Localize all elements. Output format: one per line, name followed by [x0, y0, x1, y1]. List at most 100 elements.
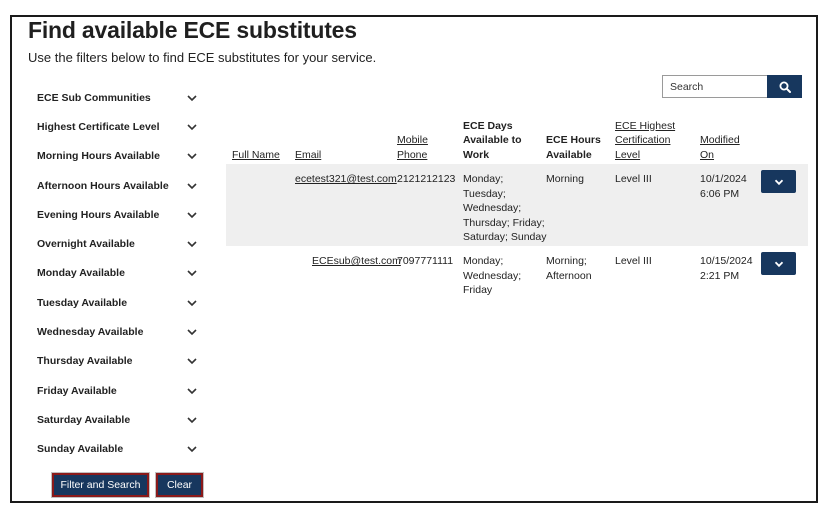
- table-header: Full Name Email Mobile Phone ECE Days Av…: [226, 110, 808, 162]
- header-label: Work: [463, 148, 490, 161]
- filter-label: Wednesday Available: [37, 326, 144, 339]
- cell-modified: 10/1/2024 6:06 PM: [700, 172, 747, 201]
- table-row: ECEsub@test.com 7097771111 Monday; Wedne…: [226, 246, 808, 298]
- header-certification-level[interactable]: ECE Highest Certification Level: [615, 119, 675, 163]
- filter-ece-sub-communities[interactable]: ECE Sub Communities: [37, 83, 199, 112]
- filter-overnight[interactable]: Overnight Available: [37, 229, 199, 258]
- cell-line: 10/15/2024: [700, 255, 753, 267]
- filter-sunday[interactable]: Sunday Available: [37, 435, 199, 464]
- filter-highest-certificate-level[interactable]: Highest Certificate Level: [37, 112, 199, 141]
- filters-panel: ECE Sub Communities Highest Certificate …: [37, 83, 199, 464]
- header-label: ECE Highest: [615, 119, 676, 132]
- expand-row-button[interactable]: [761, 252, 796, 275]
- filter-label: Morning Hours Available: [37, 150, 160, 163]
- chevron-down-icon: [185, 179, 199, 193]
- header-days-available: ECE Days Available to Work: [463, 119, 522, 163]
- chevron-down-icon: [185, 266, 199, 280]
- filter-label: Afternoon Hours Available: [37, 179, 169, 192]
- filter-monday[interactable]: Monday Available: [37, 259, 199, 288]
- filter-morning-hours[interactable]: Morning Hours Available: [37, 142, 199, 171]
- cell-phone: 7097771111: [397, 255, 454, 267]
- header-label: Email: [295, 148, 322, 161]
- cell-line: Wednesday;: [463, 202, 522, 215]
- header-full-name[interactable]: Full Name: [232, 148, 280, 163]
- header-label: Modified: [700, 134, 740, 146]
- cell-line: 6:06 PM: [700, 187, 740, 200]
- filter-label: Overnight Available: [37, 238, 135, 251]
- header-email[interactable]: Email: [295, 148, 321, 163]
- search-button[interactable]: [767, 75, 802, 98]
- header-label: Level: [615, 148, 641, 161]
- cell-line: Morning: [546, 173, 584, 185]
- cell-line: Friday: [463, 284, 493, 297]
- cell-line: 2:21 PM: [700, 269, 740, 282]
- cell-certification: Level III: [615, 255, 652, 267]
- chevron-down-icon: [185, 120, 199, 134]
- cell-hours: Morning; Afternoon: [546, 254, 592, 283]
- filter-label: Friday Available: [37, 384, 117, 397]
- search-input[interactable]: [662, 75, 767, 98]
- chevron-down-icon: [185, 237, 199, 251]
- header-label: ECE Days: [463, 119, 513, 132]
- page-title: Find available ECE substitutes: [28, 17, 357, 43]
- filter-label: Monday Available: [37, 267, 125, 280]
- expand-row-button[interactable]: [761, 170, 796, 193]
- header-label: ECE Hours: [546, 134, 601, 146]
- header-label: On: [700, 148, 715, 161]
- header-label: Available to: [463, 134, 522, 146]
- header-label: Phone: [397, 148, 428, 161]
- cell-line: Tuesday;: [463, 187, 506, 200]
- cell-days: Monday; Tuesday; Wednesday; Thursday; Fr…: [463, 172, 546, 245]
- cell-email[interactable]: ECEsub@test.com: [312, 254, 401, 269]
- cell-line: Monday;: [463, 173, 504, 185]
- clear-button[interactable]: Clear: [155, 472, 204, 498]
- filter-label: Sunday Available: [37, 443, 124, 456]
- chevron-down-icon: [185, 442, 199, 456]
- chevron-down-icon: [774, 179, 783, 185]
- cell-modified: 10/15/2024 2:21 PM: [700, 254, 753, 283]
- filter-label: ECE Sub Communities: [37, 91, 151, 104]
- cell-line: Thursday; Friday;: [463, 216, 545, 229]
- filter-label: Highest Certificate Level: [37, 120, 160, 133]
- cell-certification: Level III: [615, 173, 652, 185]
- cell-line: Wednesday;: [463, 269, 522, 282]
- chevron-down-icon: [185, 91, 199, 105]
- cell-phone: 2121212123: [397, 173, 456, 185]
- cell-days: Monday; Wednesday; Friday: [463, 254, 521, 298]
- filter-wednesday[interactable]: Wednesday Available: [37, 317, 199, 346]
- header-label: Certification: [615, 134, 671, 146]
- results-table: Full Name Email Mobile Phone ECE Days Av…: [226, 110, 808, 298]
- cell-hours: Morning: [546, 172, 584, 187]
- filter-saturday[interactable]: Saturday Available: [37, 405, 199, 434]
- filter-and-search-button[interactable]: Filter and Search: [51, 472, 150, 498]
- filter-friday[interactable]: Friday Available: [37, 376, 199, 405]
- filter-label: Evening Hours Available: [37, 208, 160, 221]
- chevron-down-icon: [774, 261, 783, 267]
- filter-thursday[interactable]: Thursday Available: [37, 347, 199, 376]
- header-mobile-phone[interactable]: Mobile Phone: [397, 133, 428, 162]
- header-label: Mobile: [397, 134, 428, 146]
- header-modified-on[interactable]: Modified On: [700, 133, 740, 162]
- cell-line: Morning;: [546, 255, 587, 267]
- table-row: ecetest321@test.com 2121212123 Monday; T…: [226, 164, 808, 246]
- filter-evening-hours[interactable]: Evening Hours Available: [37, 200, 199, 229]
- cell-line: 10/1/2024: [700, 173, 747, 185]
- chevron-down-icon: [185, 354, 199, 368]
- cell-line: Afternoon: [546, 269, 592, 282]
- filter-tuesday[interactable]: Tuesday Available: [37, 288, 199, 317]
- cell-line: Monday;: [463, 255, 504, 267]
- filter-label: Thursday Available: [37, 355, 133, 368]
- chevron-down-icon: [185, 296, 199, 310]
- header-hours-available: ECE Hours Available: [546, 133, 601, 162]
- chevron-down-icon: [185, 149, 199, 163]
- cell-line: Saturday; Sunday: [463, 231, 547, 244]
- filter-label: Saturday Available: [37, 413, 131, 426]
- filter-label: Tuesday Available: [37, 296, 128, 309]
- header-label: Full Name: [232, 148, 280, 161]
- cell-email[interactable]: ecetest321@test.com: [295, 172, 397, 187]
- header-label: Available: [546, 148, 592, 161]
- chevron-down-icon: [185, 413, 199, 427]
- filter-afternoon-hours[interactable]: Afternoon Hours Available: [37, 171, 199, 200]
- chevron-down-icon: [185, 325, 199, 339]
- chevron-down-icon: [185, 384, 199, 398]
